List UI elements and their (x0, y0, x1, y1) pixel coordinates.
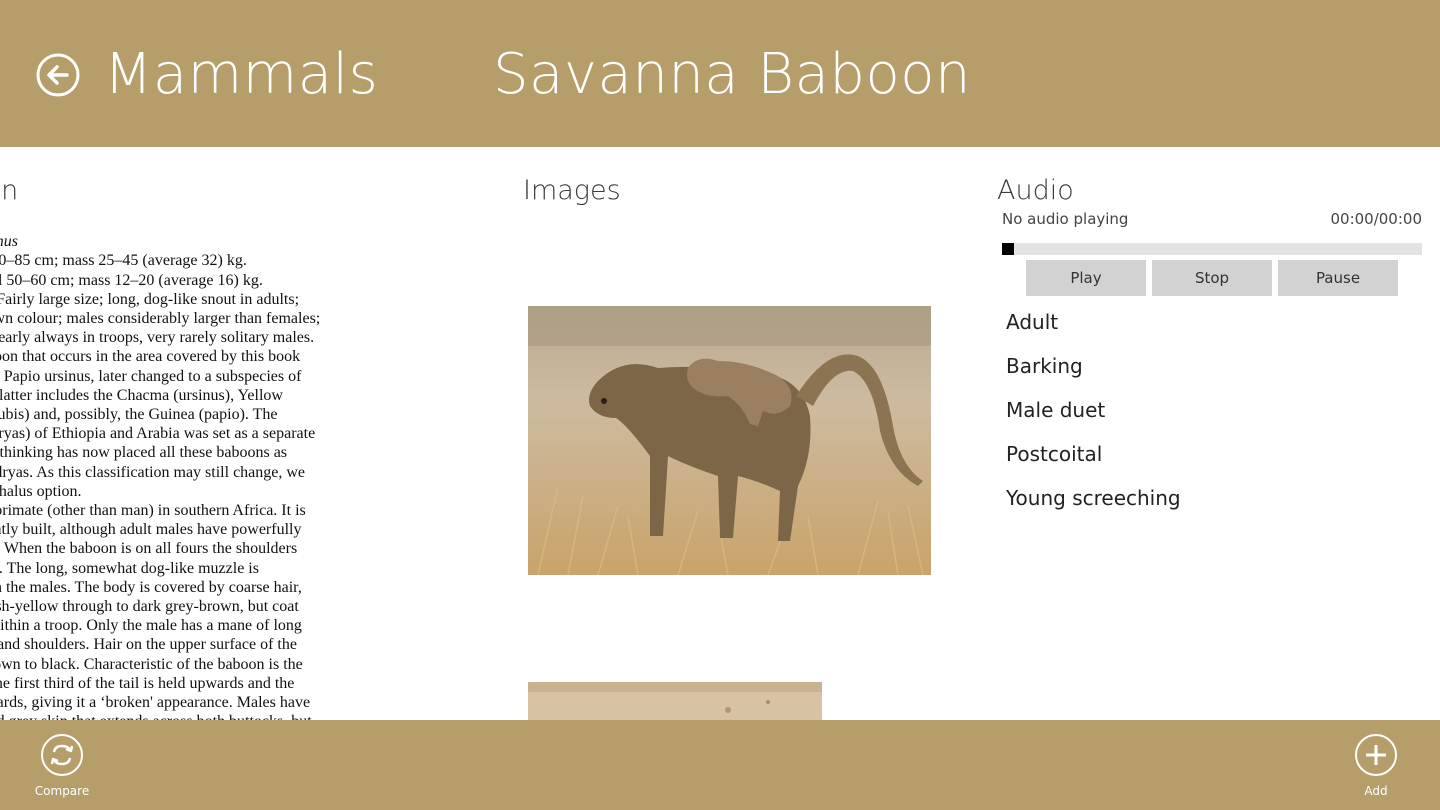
info-line-text: 160 cm; tail 60–85 cm; mass 25–45 (avera… (0, 252, 247, 270)
info-line: ender and lightly built, although adult … (0, 520, 410, 539)
info-line-text: d the cynocephalus option. (0, 482, 82, 500)
info-line: (Papio hamadryas) of Ethiopia and Arabia… (0, 424, 410, 443)
audio-track-item[interactable]: Postcoital (1006, 439, 1181, 483)
info-line-text: (Papio hamadryas) of Ethiopia and Arabia… (0, 425, 316, 443)
info-line-text: y to grey-brown colour; males considerab… (0, 310, 321, 328)
info-line-italic: cephalus ursinus (0, 233, 18, 251)
audio-heading: Audio (997, 175, 1074, 206)
header-bar: Mammals Savanna Baboon (0, 0, 1440, 147)
info-line-text: ers and heads. When the baboon is on all… (0, 540, 298, 558)
info-line: f Papio hamadryas. As this classificatio… (0, 463, 410, 482)
images-heading: Images (523, 175, 621, 206)
info-line: than the rump. The long, somewhat dog-li… (0, 559, 410, 578)
audio-track-list: Adult Barking Male duet Postcoital Young… (1006, 307, 1181, 527)
info-line: nsidered to be Papio ursinus, later chan… (0, 367, 410, 386)
info-line: riable, even within a troop. Only the ma… (0, 616, 410, 635)
information-column[interactable]: ation abooncephalus ursinus160 cm; tail … (0, 147, 435, 720)
info-line: y to grey-brown colour; males considerab… (0, 309, 410, 328)
compare-button[interactable]: Compare (22, 734, 102, 798)
baboon-photo-2[interactable] (528, 682, 822, 720)
sync-arrows-icon (50, 744, 74, 766)
info-line: Savanna Baboon that occurs in the area c… (0, 347, 410, 366)
info-line-text: us), Olive (anubis) and, possibly, the G… (0, 406, 278, 424)
stop-button[interactable]: Stop (1152, 260, 1272, 296)
info-line-text: r on the neck and shoulders. Hair on the… (0, 636, 297, 654)
info-line-text: pronounced in the males. The body is cov… (0, 578, 302, 596)
section-title: Mammals (104, 42, 379, 107)
info-line: d the cynocephalus option. (0, 482, 410, 501)
info-line: broken' tail; nearly always in troops, v… (0, 328, 410, 347)
info-line: us), Olive (anubis) and, possibly, the G… (0, 405, 410, 424)
info-line: d pad of naked grey skin that extends ac… (0, 712, 410, 720)
pause-button[interactable]: Pause (1278, 260, 1398, 296)
info-line-text: d pad of naked grey skin that extends ac… (0, 713, 312, 720)
back-arrow-circle-icon (36, 53, 80, 97)
info-line-text: eet is dark brown to black. Characterist… (0, 655, 303, 673)
info-line-text: he long tail; the first third of the tai… (0, 674, 295, 692)
info-line: roops downwards, giving it a ‘broken' ap… (0, 693, 410, 712)
audio-track-item[interactable]: Barking (1006, 351, 1181, 395)
info-line-text: wever, recent thinking has now placed al… (0, 444, 288, 462)
baboon-photo[interactable] (528, 306, 931, 575)
info-line: on pointers: Fairly large size; long, do… (0, 290, 410, 309)
info-line: : The largest primate (other than man) i… (0, 501, 410, 520)
add-label: Add (1364, 784, 1388, 798)
compare-label: Compare (34, 784, 90, 798)
plus-icon (1366, 745, 1386, 765)
info-line: 160 cm; tail 60–85 cm; mass 25–45 (avera… (0, 251, 410, 270)
audio-progress-thumb[interactable] (1002, 243, 1014, 255)
information-text: abooncephalus ursinus160 cm; tail 60–85 … (0, 213, 410, 720)
page-title: Savanna Baboon (493, 42, 971, 107)
audio-progress-bar[interactable] (1002, 243, 1422, 255)
info-line: ers and heads. When the baboon is on all… (0, 539, 410, 558)
info-line-text: f Papio hamadryas. As this classificatio… (0, 463, 306, 481)
info-line-text: ender and lightly built, although adult … (0, 521, 302, 539)
info-line-text: 0–120 cm; tail 50–60 cm; mass 12–20 (ave… (0, 271, 263, 289)
audio-track-item[interactable]: Adult (1006, 307, 1181, 351)
info-line-text: The largest primate (other than man) in … (0, 502, 306, 520)
audio-track-item[interactable]: Young screeching (1006, 483, 1181, 527)
info-line-text: broken' tail; nearly always in troops, v… (0, 329, 315, 347)
information-heading: ation (0, 175, 19, 206)
info-line-text: Savanna Baboon that occurs in the area c… (0, 348, 301, 366)
audio-status: No audio playing (1002, 210, 1129, 228)
info-line: eet is dark brown to black. Characterist… (0, 655, 410, 674)
info-line: r on the neck and shoulders. Hair on the… (0, 635, 410, 654)
info-line-text: be light greyish-yellow through to dark … (0, 598, 299, 616)
info-line-text: roops downwards, giving it a ‘broken' ap… (0, 694, 311, 712)
info-line: he long tail; the first third of the tai… (0, 674, 410, 693)
info-line: pronounced in the males. The body is cov… (0, 578, 410, 597)
audio-track-item[interactable]: Male duet (1006, 395, 1181, 439)
info-line-text: nsidered to be Papio ursinus, later chan… (0, 367, 302, 385)
info-line-text: riable, even within a troop. Only the ma… (0, 617, 302, 635)
add-button[interactable]: Add (1336, 734, 1416, 798)
info-line-text: than the rump. The long, somewhat dog-li… (0, 559, 259, 577)
info-line: aboon (0, 213, 410, 232)
play-button[interactable]: Play (1026, 260, 1146, 296)
info-line: be light greyish-yellow through to dark … (0, 597, 410, 616)
app-bar: Compare Add (0, 720, 1440, 810)
info-line-text: Fairly large size; long, dog-like snout … (0, 290, 300, 308)
audio-time: 00:00/00:00 (1330, 210, 1422, 228)
content-area[interactable]: ation abooncephalus ursinus160 cm; tail … (0, 147, 1440, 720)
info-line: 0–120 cm; tail 50–60 cm; mass 12–20 (ave… (0, 271, 410, 290)
info-line-text: ephalus. This latter includes the Chacma… (0, 386, 283, 404)
back-button[interactable] (36, 53, 80, 97)
info-line: cephalus ursinus (0, 232, 410, 251)
info-line: ephalus. This latter includes the Chacma… (0, 386, 410, 405)
info-line: wever, recent thinking has now placed al… (0, 443, 410, 462)
